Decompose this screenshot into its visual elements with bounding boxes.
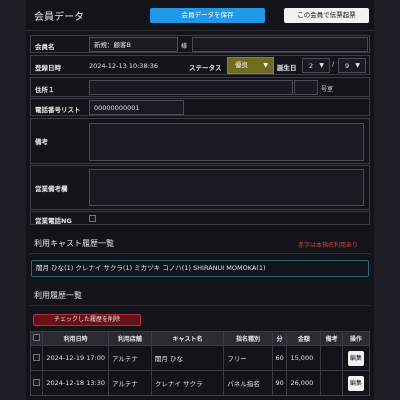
divider: [30, 305, 370, 306]
birthday-label: 誕生日: [277, 64, 297, 72]
select-all-header[interactable]: [29, 331, 44, 346]
date-separator: /: [332, 61, 335, 68]
column-header: 利用日時: [42, 331, 109, 346]
address-input[interactable]: [89, 80, 293, 95]
minutes-cell: 60: [271, 345, 288, 371]
birth-month-select[interactable]: 2 ▼: [302, 58, 330, 73]
row-checkbox[interactable]: [33, 378, 41, 386]
row-select-cell: [29, 370, 44, 396]
column-header: 備考: [320, 331, 343, 346]
save-member-button[interactable]: 会員データを保存: [150, 8, 265, 23]
column-header: 金額: [286, 331, 322, 346]
divider: [30, 253, 370, 254]
usage-history-title: 利用履歴一覧: [34, 291, 82, 300]
date-cell: 2024-12-18 13:30: [42, 370, 109, 396]
address-label: 住所１: [35, 86, 55, 94]
column-header: キャスト名: [150, 331, 225, 346]
cast-history-title: 利用キャスト履歴一覧: [34, 239, 114, 248]
table-header-row: 利用日時 利用店舗 キャスト名 指名種別 分 金額 備考 操作: [29, 331, 371, 346]
usage-history-table: 利用日時 利用店舗 キャスト名 指名種別 分 金額 備考 操作 2024-12-…: [29, 331, 371, 396]
birth-day-value: 9: [345, 62, 350, 70]
edit-button[interactable]: 編集: [347, 375, 364, 391]
row-select-cell: [29, 345, 44, 371]
member-name-label: 会員名: [35, 43, 55, 51]
select-all-checkbox[interactable]: [33, 334, 41, 341]
member-name-input[interactable]: 新規：顧客B: [89, 37, 178, 52]
sales-ng-label: 営業電話NG: [35, 217, 72, 225]
amount-cell: 26,000: [286, 370, 322, 396]
header-bar: 会員データ 会員データを保存 この会員で伝票起票: [26, 0, 374, 31]
minutes-cell: 90: [271, 370, 288, 396]
cast-cell: 闇月 ひな: [150, 345, 225, 371]
cast-history-list: 闇月 ひな(1) クレナイ サクラ(1) ミカヅキ コノハ(1) SHIRANU…: [31, 260, 369, 277]
store-cell: アルテナ: [107, 345, 152, 371]
page-title: 会員データ: [34, 12, 84, 23]
chevron-down-icon: ▼: [355, 62, 360, 69]
room-suffix: 号室: [321, 86, 334, 93]
designation-type-cell: パネル指名: [223, 370, 273, 396]
birth-month-value: 2: [309, 62, 314, 70]
action-cell: 編集: [341, 345, 371, 371]
member-name-row: 会員名 新規：顧客B 様: [30, 35, 370, 53]
registered-row: 登録日時 2024-12-13 10:38:36 ステータス 優良 ▼ 誕生日 …: [30, 55, 370, 75]
room-number-input[interactable]: [294, 80, 318, 95]
birth-day-select[interactable]: 9 ▼: [338, 58, 366, 73]
cast-cell: クレナイ サクラ: [150, 370, 225, 396]
phone-input[interactable]: 00000000001: [89, 100, 184, 115]
registered-label: 登録日時: [35, 64, 61, 72]
table-row: 2024-12-19 17:00 アルテナ 闇月 ひな フリー 60 15,00…: [29, 345, 371, 371]
action-cell: 編集: [341, 370, 371, 396]
sales-notes-textarea[interactable]: [89, 169, 364, 206]
column-header: 利用店舗: [107, 331, 152, 346]
sales-notes-row: 営業備考欄: [30, 165, 370, 210]
create-slip-button[interactable]: この会員で伝票起票: [284, 8, 369, 23]
delete-checked-button[interactable]: チェックした履歴を削除: [33, 314, 141, 326]
address-row: 住所１ 号室: [30, 77, 370, 97]
notes-textarea[interactable]: [89, 123, 364, 161]
status-value: 優良: [235, 61, 248, 69]
status-select[interactable]: 優良 ▼: [227, 57, 274, 74]
phone-row: 電話番号リスト 00000000001: [30, 98, 370, 116]
column-header: 指名種別: [223, 331, 273, 346]
designation-type-cell: フリー: [223, 345, 273, 371]
note-cell: [320, 345, 343, 371]
registered-value: 2024-12-13 10:38:36: [89, 62, 159, 70]
notes-label: 備考: [35, 138, 48, 146]
column-header: 分: [271, 331, 288, 346]
amount-cell: 15,000: [286, 345, 322, 371]
phone-list-label: 電話番号リスト: [35, 106, 81, 114]
status-label: ステータス: [189, 64, 222, 72]
table-row: 2024-12-18 13:30 アルテナ クレナイ サクラ パネル指名 90 …: [29, 370, 371, 396]
notes-row: 備考: [30, 118, 370, 164]
store-cell: アルテナ: [107, 370, 152, 396]
name-suffix: 様: [181, 43, 188, 50]
sales-notes-label: 営業備考欄: [35, 185, 68, 193]
chevron-down-icon: ▼: [263, 62, 268, 69]
column-header: 操作: [341, 331, 371, 346]
date-cell: 2024-12-19 17:00: [42, 345, 109, 371]
edit-button[interactable]: 編集: [347, 350, 364, 366]
chevron-down-icon: ▼: [319, 62, 324, 69]
member-name-extra-input[interactable]: [192, 37, 368, 52]
sales-ng-checkbox[interactable]: [89, 215, 96, 222]
sales-ng-row: 営業電話NG: [30, 211, 370, 225]
note-cell: [320, 370, 343, 396]
row-checkbox[interactable]: [33, 353, 41, 361]
cast-history-hint: 赤字は本指名利用あり: [298, 242, 359, 249]
member-data-panel: 会員データ 会員データを保存 この会員で伝票起票 会員名 新規：顧客B 様 登録…: [26, 0, 374, 400]
